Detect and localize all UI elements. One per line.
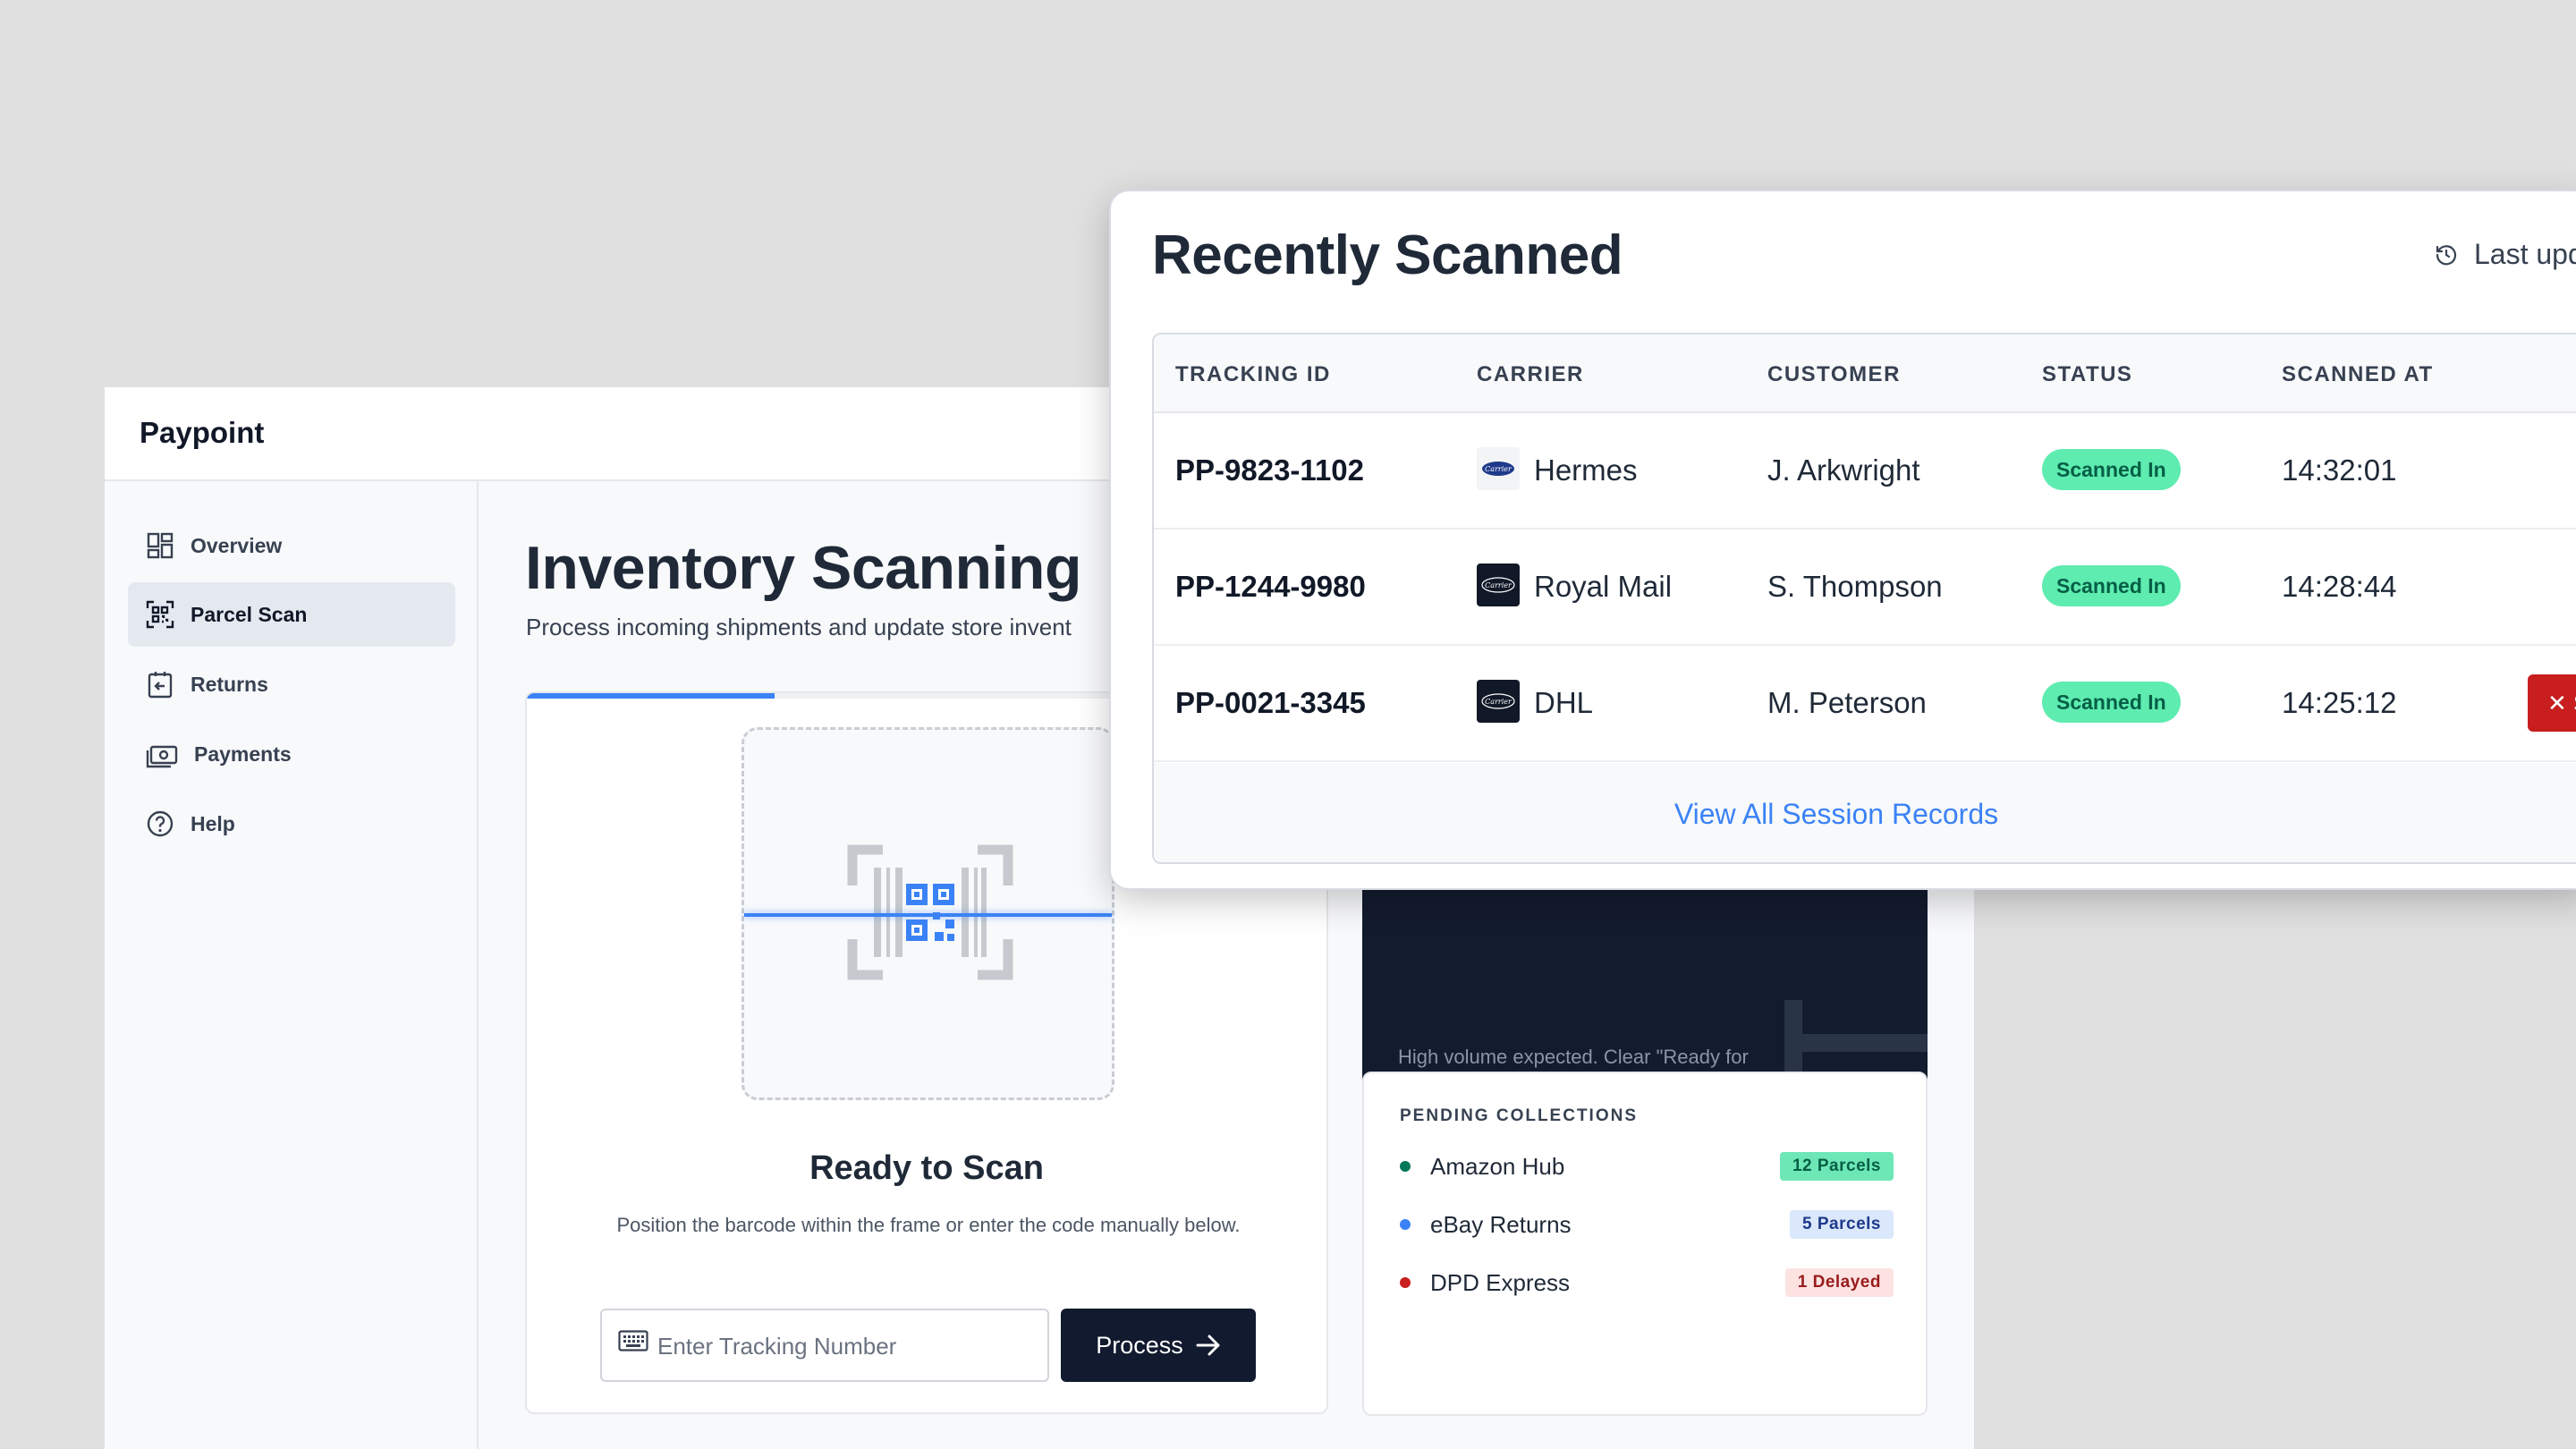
ready-description: Position the barcode within the frame or… [616,1214,1241,1236]
view-all-records-link[interactable]: View All Session Records [1674,798,1998,831]
pending-badge: 12 Parcels [1779,1152,1894,1181]
process-button[interactable]: Process [1061,1309,1256,1382]
process-button-label: Process [1096,1331,1183,1359]
scanned-time: 14:28:44 [2282,570,2397,603]
arrow-right-icon [1196,1335,1220,1356]
status-dot [1400,1219,1411,1230]
tracking-id: PP-0021-3345 [1175,686,1366,719]
scan-progress-fill [527,693,775,699]
sidebar-item-help[interactable]: Help [128,792,455,856]
sidebar-item-payments[interactable]: Payments [128,722,455,786]
table-row[interactable]: PP-0021-3345 Carrier DHL M. Peterson Sca… [1154,646,2576,762]
column-header: CARRIER [1477,362,1584,386]
pending-heading: PENDING COLLECTIONS [1400,1106,1639,1125]
carrier-logo-text: Carrier [1485,698,1513,706]
help-circle-icon [147,810,174,837]
tracking-id: PP-9823-1102 [1175,453,1365,487]
tracking-number-input[interactable] [657,1330,1033,1362]
pending-item[interactable]: eBay Returns 5 Parcels [1400,1207,1894,1242]
carrier-name: Hermes [1534,453,1638,487]
sidebar-item-label: Payments [194,741,292,766]
qr-scan-icon [146,600,174,629]
column-header: CUSTOMER [1767,362,1901,386]
sidebar-item-label: Parcel Scan [191,602,308,626]
sidebar-item-label: Help [191,811,235,835]
pending-item-label: Amazon Hub [1430,1152,1565,1180]
scan-frame[interactable] [741,727,1114,1100]
pending-badge: 1 Delayed [1784,1268,1894,1297]
customer-name: S. Thompson [1767,570,1943,603]
status-dot [1400,1277,1411,1288]
pending-item-label: DPD Express [1430,1268,1571,1296]
column-header: TRACKING ID [1175,362,1331,386]
carrier-name: DHL [1534,686,1594,719]
table-row[interactable]: PP-1244-9980 Carrier Royal Mail S. Thomp… [1154,530,2576,646]
sidebar-item-returns[interactable]: Returns [128,652,455,716]
scanned-table: TRACKING ID CARRIER CUSTOMER STATUS SCAN… [1152,333,2576,864]
carrier-logo-text: Carrier [1485,581,1513,589]
pending-item-label: eBay Returns [1430,1210,1572,1238]
panel-title: Recently Scanned [1152,225,1623,286]
column-header: SCANNED AT [2282,362,2434,386]
tracking-id: PP-1244-9980 [1175,570,1366,603]
carrier-name: Royal Mail [1534,570,1673,603]
pending-item[interactable]: Amazon Hub 12 Parcels [1400,1148,1894,1184]
column-header: STATUS [2042,362,2133,386]
pending-collections-card: PENDING COLLECTIONS Amazon Hub 12 Parcel… [1362,1072,1928,1416]
sidebar-item-label: Overview [191,533,283,557]
sidebar-item-overview[interactable]: Overview [128,513,455,578]
status-badge: Scanned In [2042,682,2181,723]
last-updated: Last upd [2435,238,2576,271]
status-dot [1400,1161,1411,1172]
table-row[interactable]: PP-9823-1102 Carrier Hermes J. Arkwright… [1154,413,2576,530]
recently-scanned-panel: Recently Scanned Last upd TRACKING ID CA… [1109,190,2576,890]
pending-badge: 5 Parcels [1790,1210,1894,1239]
status-badge: Scanned In [2042,565,2181,606]
remove-scan-label: ✕ S [2547,689,2576,716]
dashboard-grid-icon [147,532,174,559]
return-box-icon [148,672,173,699]
page-title: Inventory Scanning [525,534,1082,602]
sidebar: Overview Parcel Scan Returns Payments He… [105,481,479,1449]
carrier-logo-text: Carrier [1485,465,1513,473]
sidebar-item-label: Returns [191,672,268,696]
carrier-logo: Carrier [1477,680,1520,723]
history-icon [2436,244,2457,265]
brand-logo: Paypoint [140,416,265,449]
barcode-scan-icon [847,844,1013,980]
scan-line [744,913,1112,917]
volume-alert-card: High volume expected. Clear "Ready for C… [1362,875,1928,1101]
table-header: TRACKING ID CARRIER CUSTOMER STATUS SCAN… [1154,335,2576,413]
tracking-input-field[interactable] [600,1309,1049,1382]
ready-title: Ready to Scan [809,1149,1044,1187]
customer-name: J. Arkwright [1767,453,1920,487]
last-updated-label: Last upd [2474,238,2576,270]
remove-scan-button[interactable]: ✕ S [2528,674,2576,732]
status-badge: Scanned In [2042,449,2181,490]
scanned-time: 14:32:01 [2282,453,2397,487]
customer-name: M. Peterson [1767,686,1927,719]
pending-item[interactable]: DPD Express 1 Delayed [1400,1265,1894,1301]
carrier-logo: Carrier [1477,564,1520,606]
keyboard-icon [618,1330,648,1352]
table-footer: View All Session Records [1154,763,2576,862]
sidebar-item-parcel-scan[interactable]: Parcel Scan [128,582,455,647]
cash-icon [146,745,178,768]
page-subtitle: Process incoming shipments and update st… [526,614,1072,640]
carrier-logo: Carrier [1477,447,1520,490]
scanned-time: 14:25:12 [2282,686,2397,719]
